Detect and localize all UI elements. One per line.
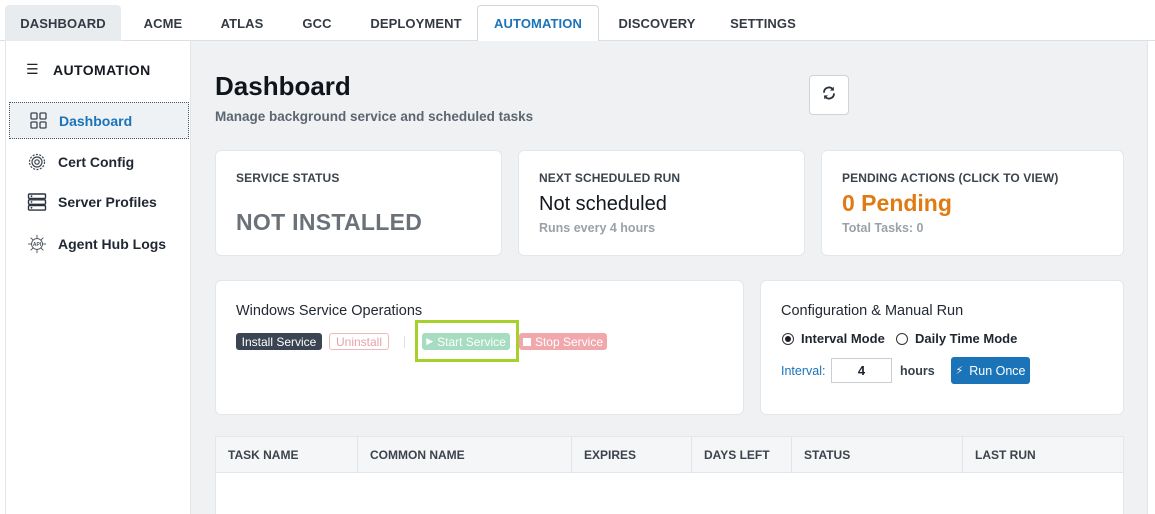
tab-discovery[interactable]: DISCOVERY xyxy=(599,5,715,41)
gear-icon xyxy=(27,152,47,172)
service-status-label: SERVICE STATUS xyxy=(236,171,340,185)
tab-gcc[interactable]: GCC xyxy=(279,5,355,41)
tab-deployment[interactable]: DEPLOYMENT xyxy=(355,5,477,41)
stop-service-button[interactable]: Stop Service xyxy=(519,333,607,350)
next-run-card: NEXT SCHEDULED RUN Not scheduled Runs ev… xyxy=(518,150,805,256)
sidebar-item-label: Cert Config xyxy=(58,153,135,170)
stop-icon xyxy=(522,337,531,346)
interval-label: Interval: xyxy=(781,364,826,378)
sidebar-item-label: Agent Hub Logs xyxy=(58,235,167,252)
highlight-box xyxy=(415,320,519,362)
uninstall-button[interactable]: Uninstall xyxy=(329,333,389,350)
pending-count: 0 Pending xyxy=(842,190,952,216)
sidebar-item-dashboard[interactable]: Dashboard xyxy=(9,102,189,139)
total-tasks: Total Tasks: 0 xyxy=(842,221,924,235)
interval-input[interactable] xyxy=(831,358,892,383)
column-header-task-name[interactable]: TASK NAME xyxy=(216,437,358,473)
pending-actions-label: PENDING ACTIONS (CLICK TO VIEW) xyxy=(842,171,1059,185)
configuration-title: Configuration & Manual Run xyxy=(781,303,964,319)
pending-actions-card[interactable]: PENDING ACTIONS (CLICK TO VIEW) 0 Pendin… xyxy=(821,150,1124,256)
column-header-expires[interactable]: EXPIRES xyxy=(572,437,692,473)
column-header-last-run[interactable]: LAST RUN xyxy=(963,437,1123,473)
sidebar-header: ☰ AUTOMATION xyxy=(26,61,151,78)
next-run-sub: Runs every 4 hours xyxy=(539,221,656,235)
server-icon xyxy=(27,192,47,212)
sidebar-item-label: Server Profiles xyxy=(58,193,157,210)
sidebar-item-agent-hub-logs[interactable]: API Agent Hub Logs xyxy=(9,225,189,262)
svg-text:API: API xyxy=(33,242,42,248)
sidebar-title: AUTOMATION xyxy=(53,61,151,78)
radio-unselected xyxy=(896,332,908,345)
top-nav: DASHBOARD ACME ATLAS GCC DEPLOYMENT AUTO… xyxy=(0,0,1155,42)
interval-mode-radio[interactable]: Interval Mode xyxy=(782,331,885,346)
next-run-value: Not scheduled xyxy=(539,193,667,215)
tasks-table: TASK NAME COMMON NAME EXPIRES DAYS LEFT … xyxy=(215,436,1124,514)
sidebar-item-server-profiles[interactable]: Server Profiles xyxy=(9,183,189,220)
column-header-common-name[interactable]: COMMON NAME xyxy=(358,437,572,473)
configuration-card: Configuration & Manual Run Interval Mode… xyxy=(760,280,1124,415)
stop-service-label: Stop Service xyxy=(534,334,604,349)
run-once-label: Run Once xyxy=(969,363,1026,378)
page-subtitle: Manage background service and scheduled … xyxy=(215,109,534,124)
service-status-card: SERVICE STATUS NOT INSTALLED xyxy=(215,150,502,256)
daily-time-mode-radio[interactable]: Daily Time Mode xyxy=(896,331,1017,346)
install-service-button[interactable]: Install Service xyxy=(236,333,322,350)
column-header-status[interactable]: STATUS xyxy=(792,437,963,473)
sidebar-item-cert-config[interactable]: Cert Config xyxy=(9,143,189,180)
service-status-value: NOT INSTALLED xyxy=(236,209,423,235)
divider xyxy=(404,336,405,348)
tab-atlas[interactable]: ATLAS xyxy=(205,5,279,41)
radio-selected xyxy=(782,332,794,345)
tab-acme[interactable]: ACME xyxy=(121,5,205,41)
run-once-button[interactable]: ⚡ Run Once xyxy=(951,357,1030,384)
refresh-button[interactable] xyxy=(809,75,849,115)
column-header-days-left[interactable]: DAYS LEFT xyxy=(692,437,792,473)
sidebar: ☰ AUTOMATION Dashboard Cert Config Serve… xyxy=(5,41,191,514)
refresh-icon xyxy=(821,85,837,106)
daily-time-mode-label: Daily Time Mode xyxy=(915,331,1018,346)
sidebar-item-label: Dashboard xyxy=(59,112,133,129)
service-operations-card: Windows Service Operations Install Servi… xyxy=(215,280,744,415)
api-icon: API xyxy=(27,234,47,254)
hamburger-icon[interactable]: ☰ xyxy=(26,61,53,78)
grid-icon xyxy=(28,111,48,131)
hours-label: hours xyxy=(900,364,935,378)
table-header: TASK NAME COMMON NAME EXPIRES DAYS LEFT … xyxy=(216,437,1123,473)
next-run-label: NEXT SCHEDULED RUN xyxy=(539,171,681,185)
main-content: Dashboard Manage background service and … xyxy=(191,41,1148,514)
tab-automation[interactable]: AUTOMATION xyxy=(477,5,599,42)
tab-dashboard[interactable]: DASHBOARD xyxy=(5,5,121,41)
bolt-icon: ⚡ xyxy=(955,365,964,377)
page-title: Dashboard xyxy=(215,71,351,101)
tab-settings[interactable]: SETTINGS xyxy=(715,5,811,41)
interval-mode-label: Interval Mode xyxy=(801,331,885,346)
service-operations-title: Windows Service Operations xyxy=(236,303,423,319)
